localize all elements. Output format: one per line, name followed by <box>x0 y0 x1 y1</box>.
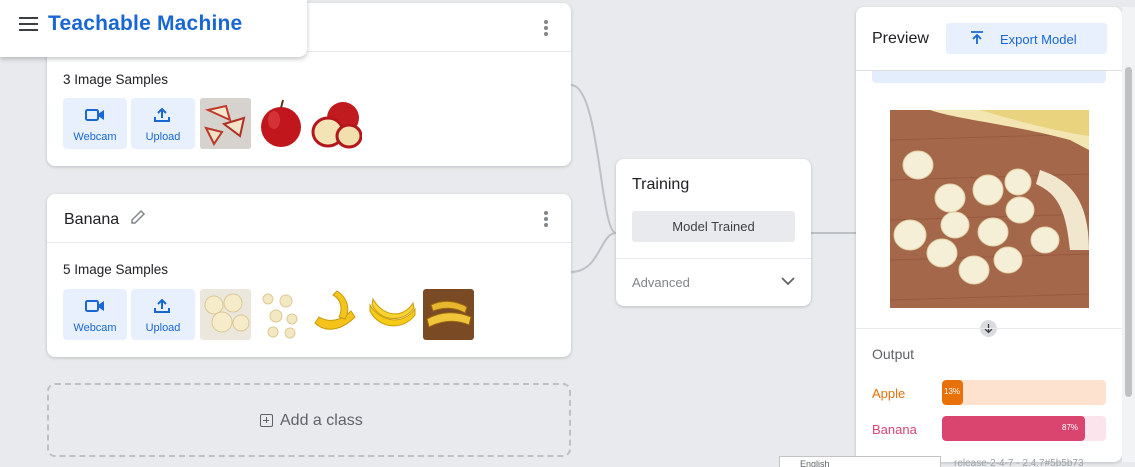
chevron-down-icon[interactable] <box>781 277 795 286</box>
webcam-button[interactable]: Webcam <box>63 98 127 149</box>
release-version: release-2-4-7 - 2.4.7#5b5b73 <box>954 458 1084 467</box>
sample-thumbnail[interactable] <box>200 98 251 149</box>
sample-thumbnail[interactable] <box>311 289 362 340</box>
scrollbar-thumb[interactable] <box>1125 67 1132 397</box>
language-label: English <box>800 459 830 467</box>
scrollbar[interactable] <box>1122 7 1135 462</box>
preview-webcam-toggle-strip <box>872 71 1106 83</box>
upload-button[interactable]: Upload <box>131 289 195 340</box>
class-name[interactable]: Banana <box>64 211 119 229</box>
training-card: Training Model Trained Advanced <box>616 159 811 306</box>
samples-count: 3 Image Samples <box>63 72 169 87</box>
train-model-button[interactable]: Model Trained <box>632 211 795 242</box>
upload-button[interactable]: Upload <box>131 98 195 149</box>
output-class-name: Apple <box>872 386 906 401</box>
upload-icon <box>154 298 170 313</box>
add-class-button[interactable]: Add a class <box>47 383 571 457</box>
export-model-label: Export Model <box>1000 32 1077 47</box>
sample-thumbnail[interactable] <box>423 289 474 340</box>
more-options-icon[interactable] <box>543 20 549 36</box>
app-title[interactable]: Teachable Machine <box>48 12 242 36</box>
preview-title: Preview <box>872 30 929 47</box>
class-card-banana: Banana 5 Image Samples Webcam Upload <box>47 194 571 357</box>
sample-thumbnail[interactable] <box>200 289 251 340</box>
confidence-percent: 13% <box>944 387 961 396</box>
divider <box>616 258 811 259</box>
upload-icon <box>154 107 170 122</box>
sample-thumbnail[interactable] <box>256 98 307 149</box>
preview-image <box>890 110 1089 308</box>
samples-count: 5 Image Samples <box>63 262 169 277</box>
add-class-label: Add a class <box>280 412 363 429</box>
webcam-icon <box>85 109 104 121</box>
webcam-button[interactable]: Webcam <box>63 289 127 340</box>
preview-header: Preview Export Model <box>856 7 1122 71</box>
app-header: Teachable Machine <box>0 0 307 57</box>
confidence-bar: 13% <box>942 380 1106 405</box>
class-card-header: Banana <box>47 194 571 243</box>
upload-label: Upload <box>145 322 181 334</box>
add-box-icon <box>260 414 273 427</box>
training-title: Training <box>632 176 690 193</box>
advanced-toggle[interactable]: Advanced <box>632 275 690 290</box>
language-select[interactable]: English <box>779 456 941 467</box>
output-class-name: Banana <box>872 422 917 437</box>
preview-panel: Output Apple 13% Banana 87% Preview Expo… <box>856 7 1122 462</box>
more-options-icon[interactable] <box>543 211 549 227</box>
edit-icon[interactable] <box>129 208 147 226</box>
menu-icon[interactable] <box>19 17 38 31</box>
confidence-percent: 87% <box>1062 423 1079 432</box>
divider <box>856 328 1122 329</box>
confidence-bar: 87% <box>942 416 1106 441</box>
sample-thumbnail[interactable] <box>367 289 418 340</box>
sample-thumbnail[interactable] <box>256 289 307 340</box>
output-label: Output <box>872 346 915 362</box>
export-icon <box>971 31 983 44</box>
webcam-label: Webcam <box>73 131 117 143</box>
upload-label: Upload <box>145 131 181 143</box>
webcam-icon <box>85 300 104 312</box>
webcam-label: Webcam <box>73 322 117 334</box>
export-model-button[interactable]: Export Model <box>946 23 1107 54</box>
sample-thumbnail[interactable] <box>311 98 362 149</box>
